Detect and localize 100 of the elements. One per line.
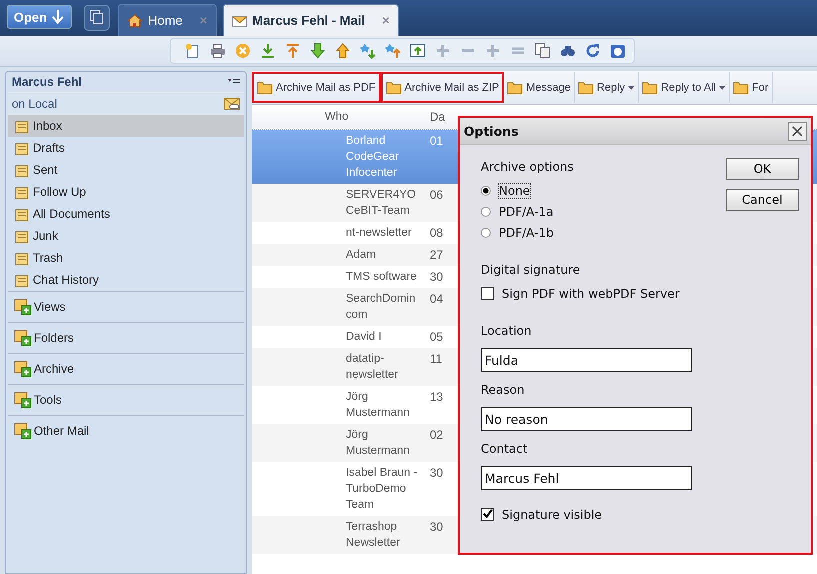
sender-cell-text: datatip- newsletter [345,352,400,383]
radio-button[interactable] [481,228,491,238]
field-label: Contact [481,442,529,458]
sender-cell-text: David I [345,330,383,345]
folder-item[interactable]: Junk [8,225,244,247]
sender-cell-text: SERVER4YO CeBIT-Team [345,188,418,219]
column-header[interactable]: Da [430,109,446,125]
group-label: Archive options [481,160,575,176]
house-icon [127,12,144,28]
caret-icon [719,86,726,90]
folder-item[interactable]: Inbox [8,115,244,137]
checkbox-label: Signature visible [502,508,602,522]
arrow-up-icon[interactable] [335,43,351,59]
sidebar-section[interactable]: Views [8,291,244,322]
folder-item[interactable]: Follow Up [8,181,244,203]
refresh-icon[interactable] [585,43,601,59]
radio-option[interactable]: PDF/A-1a [481,201,726,222]
date-cell: 27 [430,247,444,263]
close-icon[interactable] [788,122,807,140]
dialog-title: Options [464,124,519,138]
tab[interactable]: Home × [118,4,217,36]
checkbox-option[interactable]: Signature visible [481,504,726,525]
folder-item[interactable]: Drafts [8,137,244,159]
caret-icon [628,86,636,90]
sender-cell-text: TMS software [345,270,418,285]
arrow-down-icon [51,9,66,25]
star-arrow-up-icon[interactable] [385,43,401,59]
date-cell-text: 30 [430,465,444,482]
date-cell: 05 [430,329,444,345]
date-cell-text: 11 [430,351,442,368]
star-arrow-down-icon[interactable] [360,43,376,59]
folder-plus-icon [14,360,32,378]
arrow-down-icon[interactable] [310,43,326,59]
copy-icon[interactable] [535,43,551,59]
date-cell-text: 30 [430,519,444,536]
date-cell-text: 02 [430,427,444,444]
input-field[interactable]: No reason [481,407,692,431]
group-label: Digital signature [481,263,582,279]
checkbox[interactable] [481,287,494,300]
print-icon[interactable] [210,43,226,59]
folder-icon [257,80,273,94]
date-cell: 30 [430,269,444,285]
date-cell-text: 06 [430,187,444,204]
toolbar-button[interactable]: Archive Mail as ZIP [380,72,504,103]
sender-cell-text: nt-newsletter [345,226,413,241]
folder-plus-icon [14,422,32,440]
column-header[interactable]: Who [252,109,430,125]
sidebar-section[interactable]: Folders [8,322,244,353]
folder-icon [386,80,402,94]
field-label: Reason [481,383,526,399]
folder-plus-icon [14,298,32,316]
radio-option[interactable]: PDF/A-1b [481,222,726,243]
date-cell-text: 01 [430,133,444,150]
input-field[interactable]: Fulda [481,348,692,372]
checkbox-option[interactable]: Sign PDF with webPDF Server [481,283,726,304]
field-label: Location [481,324,533,340]
sender-cell-text: Borland CodeGear Infocenter [345,134,400,181]
tab[interactable]: Marcus Fehl - Mail × [222,4,399,36]
date-cell-text: 13 [430,389,444,406]
folder-item[interactable]: Chat History [8,269,244,291]
sidebar-section[interactable]: Tools [8,384,244,415]
windows-icon[interactable] [84,5,110,31]
download-icon[interactable] [260,43,276,59]
option-label: PDF/A-1b [499,226,554,240]
toolbar-button[interactable]: Message [504,72,576,103]
tab-label: Home [148,13,183,28]
toolbar-button[interactable]: Reply to All [639,72,730,103]
radio-button[interactable] [481,186,491,196]
sender-cell-text: Jörg Mustermann [345,390,411,421]
radio-button[interactable] [481,206,491,216]
toolbar-button[interactable]: Reply [575,72,640,103]
sender-cell-text: SearchDomin com [345,292,417,323]
toolbar-button[interactable]: For [730,72,773,103]
folder-plus-icon [14,329,32,347]
cancel-button[interactable]: Cancel [726,189,799,211]
account-location: on Local [12,97,58,111]
open-button[interactable]: Open [7,5,72,29]
sender-cell-text: Adam [345,248,378,263]
checkbox-label: Sign PDF with webPDF Server [502,286,680,300]
sidebar-section[interactable]: Other Mail [8,415,244,446]
radio-option[interactable]: None [481,180,726,201]
new-document-icon[interactable] [185,43,201,59]
input-field[interactable]: Marcus Fehl [481,466,692,490]
folder-item[interactable]: All Documents [8,203,244,225]
sender-cell-text: Isabel Braun - TurboDemo Team [345,466,419,513]
folder-item[interactable]: Trash [8,247,244,269]
arrow-up-bar-icon[interactable] [285,43,301,59]
date-cell: 08 [430,225,444,241]
toolbar-button[interactable]: Archive Mail as PDF [252,72,381,103]
menu-icon[interactable] [228,78,240,86]
account-name: Marcus Fehl [12,75,82,89]
sender-cell-text: Terrashop Newsletter [345,520,402,551]
date-cell-text: 04 [430,291,444,308]
checkbox[interactable] [481,508,494,521]
folder-plus-icon [14,391,32,409]
ok-button[interactable]: OK [726,158,799,180]
option-label: None [499,184,530,198]
option-label: PDF/A-1a [499,204,554,218]
sidebar-section[interactable]: Archive [8,353,244,384]
folder-item[interactable]: Sent [8,159,244,181]
